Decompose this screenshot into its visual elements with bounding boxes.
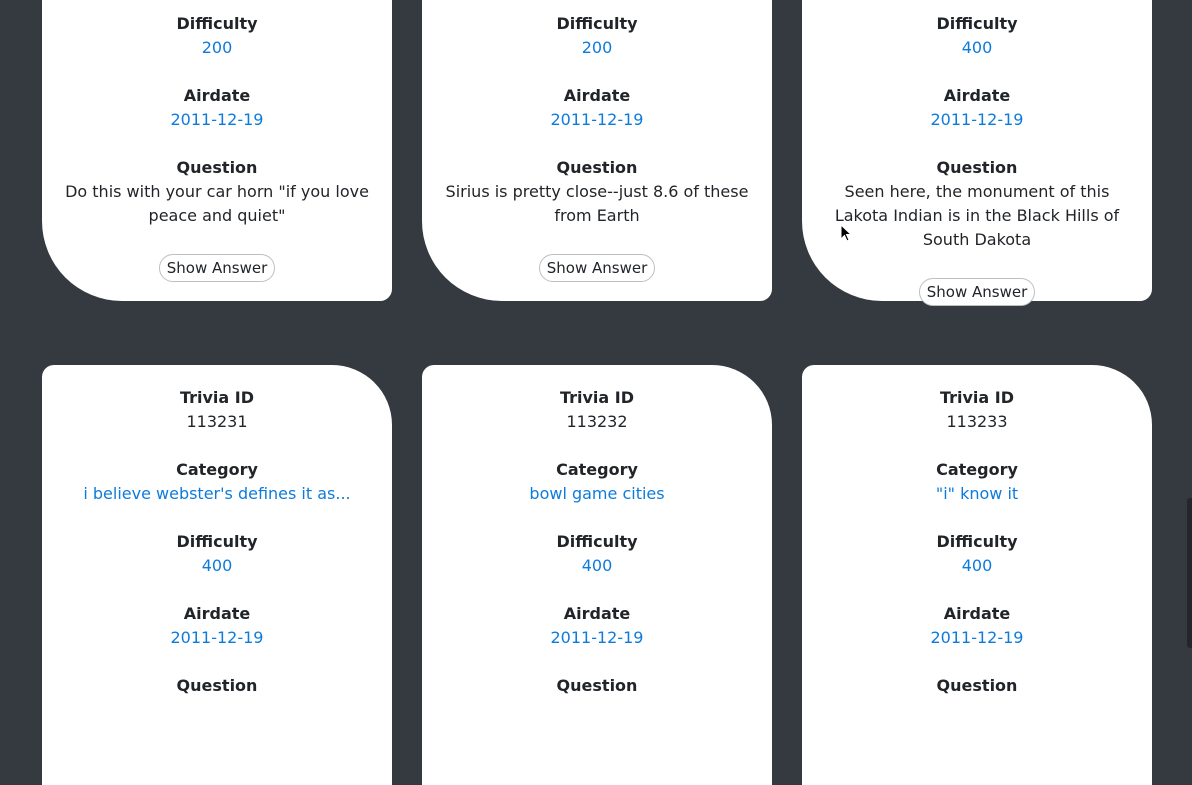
airdate-label: Airdate	[943, 604, 1011, 623]
airdate-value: 2011-12-19	[170, 110, 264, 129]
difficulty-value: 200	[201, 38, 233, 57]
mouse-pointer-icon	[840, 224, 853, 242]
question-text: Sirius is pretty close--just 8.6 of thes…	[445, 182, 749, 225]
difficulty-label: Difficulty	[936, 14, 1018, 33]
difficulty-label: Difficulty	[936, 532, 1018, 551]
category-value: "i" know it	[935, 484, 1019, 503]
category-label: Category	[556, 460, 638, 479]
airdate-label: Airdate	[563, 604, 631, 623]
trivia-card: Difficulty 200 Airdate 2011-12-19 Questi…	[422, 0, 772, 301]
category-label: Category	[936, 460, 1018, 479]
airdate-value: 2011-12-19	[550, 628, 644, 647]
trivia-card: Trivia ID 113232 Category bowl game citi…	[422, 365, 772, 785]
scrollbar-thumb[interactable]	[1187, 498, 1192, 648]
show-answer-button[interactable]: Show Answer	[158, 254, 276, 282]
airdate-value: 2011-12-19	[550, 110, 644, 129]
category-label: Category	[176, 460, 258, 479]
question-label: Question	[936, 676, 1018, 695]
question-label: Question	[556, 676, 638, 695]
airdate-label: Airdate	[943, 86, 1011, 105]
question-label: Question	[556, 158, 638, 177]
trivia-card: Trivia ID 113233 Category "i" know it Di…	[802, 365, 1152, 785]
trivia-card: Trivia ID 113231 Category i believe webs…	[42, 365, 392, 785]
airdate-value: 2011-12-19	[930, 110, 1024, 129]
show-answer-button[interactable]: Show Answer	[918, 278, 1036, 306]
difficulty-value: 400	[961, 38, 993, 57]
difficulty-value: 400	[581, 556, 613, 575]
difficulty-value: 400	[201, 556, 233, 575]
trivia-card: Difficulty 200 Airdate 2011-12-19 Questi…	[42, 0, 392, 301]
difficulty-label: Difficulty	[176, 14, 258, 33]
trivia-card: Difficulty 400 Airdate 2011-12-19 Questi…	[802, 0, 1152, 306]
airdate-label: Airdate	[183, 86, 251, 105]
trivia-id-value: 113233	[946, 412, 1008, 431]
trivia-id-value: 113231	[186, 412, 248, 431]
airdate-value: 2011-12-19	[170, 628, 264, 647]
question-label: Question	[176, 676, 258, 695]
difficulty-label: Difficulty	[556, 14, 638, 33]
airdate-value: 2011-12-19	[930, 628, 1024, 647]
airdate-label: Airdate	[563, 86, 631, 105]
question-label: Question	[936, 158, 1018, 177]
trivia-id-label: Trivia ID	[179, 388, 255, 407]
trivia-id-label: Trivia ID	[559, 388, 635, 407]
difficulty-label: Difficulty	[176, 532, 258, 551]
category-value: i believe webster's defines it as...	[83, 484, 351, 503]
question-label: Question	[176, 158, 258, 177]
show-answer-button[interactable]: Show Answer	[538, 254, 656, 282]
airdate-label: Airdate	[183, 604, 251, 623]
category-value: bowl game cities	[529, 484, 665, 503]
difficulty-label: Difficulty	[556, 532, 638, 551]
question-text: Do this with your car horn "if you love …	[65, 182, 369, 225]
difficulty-value: 400	[961, 556, 993, 575]
trivia-id-value: 113232	[566, 412, 628, 431]
trivia-id-label: Trivia ID	[939, 388, 1015, 407]
difficulty-value: 200	[581, 38, 613, 57]
question-text: Seen here, the monument of this Lakota I…	[834, 182, 1120, 249]
